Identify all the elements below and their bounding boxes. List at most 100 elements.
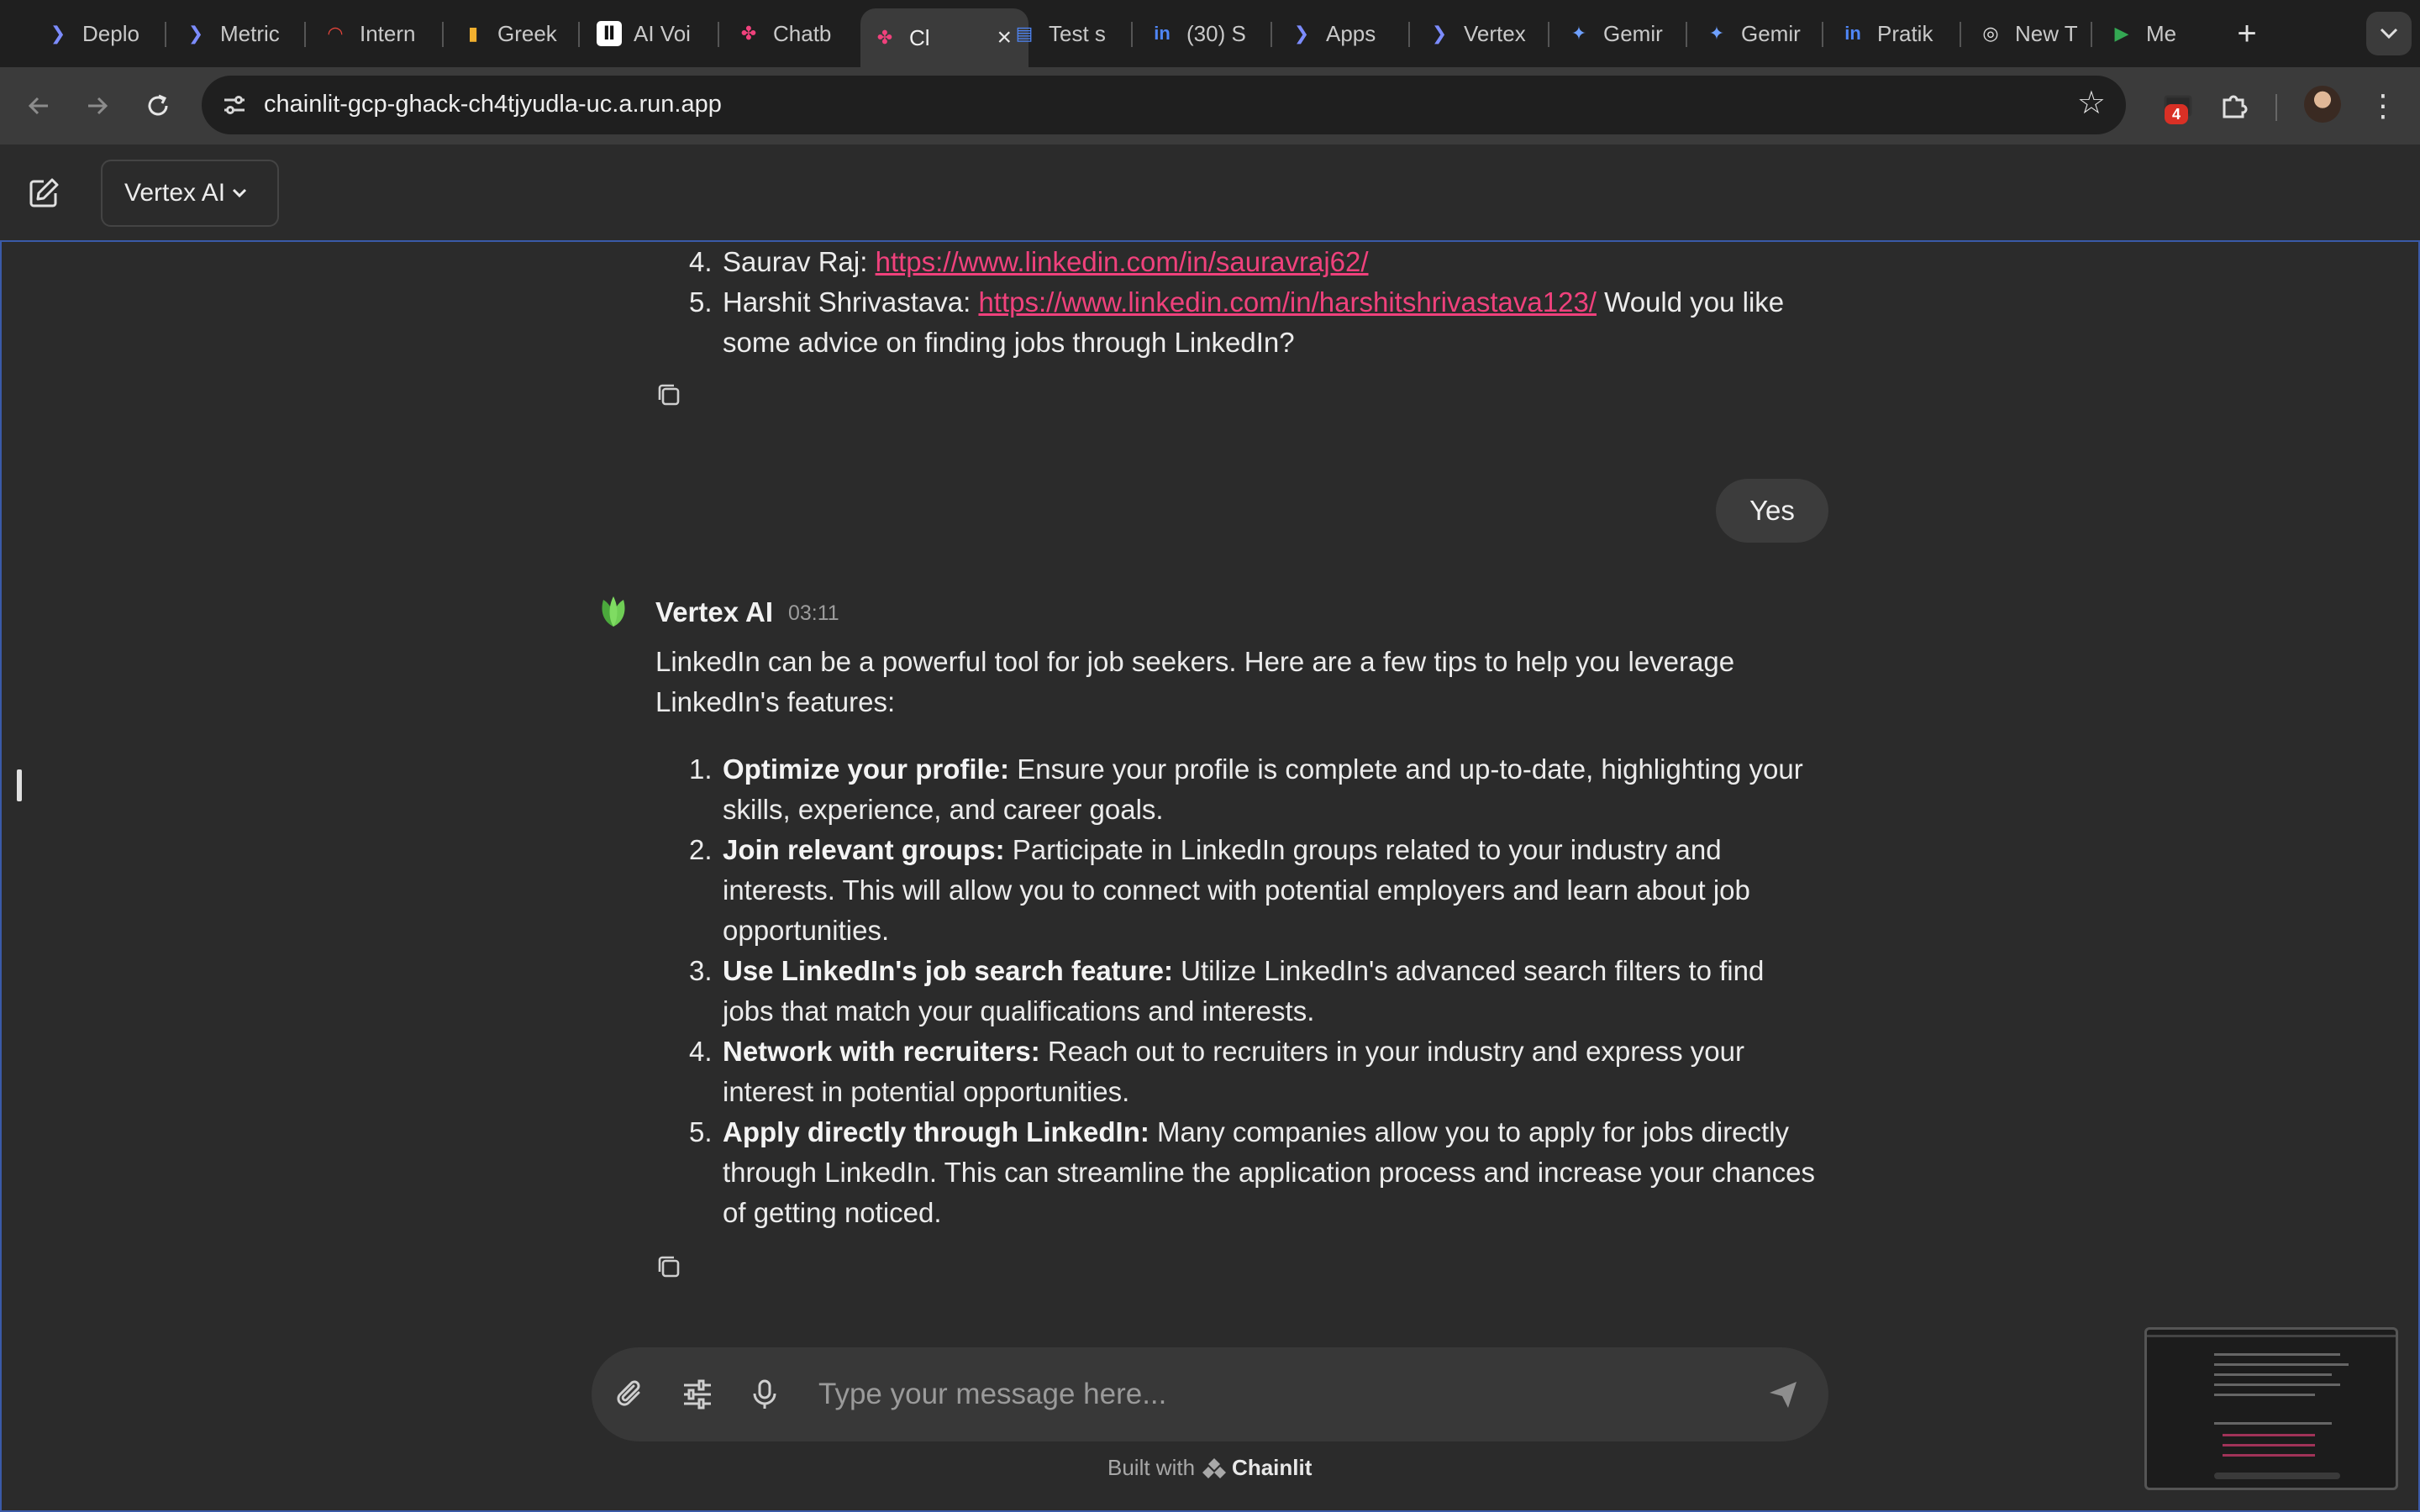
browser-tab[interactable]: ▮ Greek: [449, 12, 575, 55]
tip-title: Join relevant groups:: [723, 834, 1005, 865]
browser-tab[interactable]: ✦ Gemir: [1692, 12, 1818, 55]
list-item: 5. Harshit Shrivastava: https://www.link…: [689, 286, 1785, 358]
tab-title: New T: [2015, 20, 2078, 46]
tip-list-item: 2. Join relevant groups: Participate in L…: [689, 834, 1750, 946]
tips-list: 1. Optimize your profile: Ensure your pro…: [655, 749, 1815, 1233]
linkedin-icon: in: [1844, 23, 1861, 44]
screen-preview-thumbnail[interactable]: [2144, 1327, 2398, 1490]
tip-title: Use LinkedIn's job search feature:: [723, 955, 1174, 986]
back-button[interactable]: [18, 86, 59, 126]
tab-title: AI Voi: [634, 20, 691, 46]
attach-button[interactable]: [608, 1373, 652, 1416]
bar-chart-icon: ▮: [467, 23, 479, 44]
browser-tab[interactable]: ❯ Vertex: [1415, 12, 1541, 55]
tab-title: Greek: [497, 20, 557, 46]
tab-title: Pratik: [1877, 20, 1933, 46]
new-chat-button[interactable]: [25, 175, 62, 212]
browser-tab[interactable]: ◎ New T: [1966, 12, 2092, 55]
linkedin-link[interactable]: https://www.linkedin.com/in/harshitshriv…: [978, 286, 1597, 318]
model-selector[interactable]: Vertex AI: [101, 160, 279, 227]
browser-tab[interactable]: ▶ Me: [2097, 12, 2223, 55]
user-message-bubble: Yes: [1716, 479, 1828, 543]
chainlit-logo-icon: [1202, 1457, 1227, 1478]
browser-tab[interactable]: Ⅱ AI Voi: [585, 12, 711, 55]
copy-icon: [658, 1256, 680, 1278]
browser-tab[interactable]: ▤ Test s: [1000, 12, 1126, 55]
tab-title: Me: [2146, 20, 2177, 46]
previous-message-list: 4. Saurav Raj: https://www.linkedin.com/…: [655, 242, 1815, 363]
tab-title: Deplo: [82, 20, 139, 46]
browser-tab[interactable]: ❯ Metric: [171, 12, 297, 55]
send-button[interactable]: [1761, 1373, 1805, 1416]
bookmark-star-icon[interactable]: ☆: [2077, 84, 2106, 122]
tab-separator: [578, 22, 580, 47]
tab-title: Test s: [1049, 20, 1106, 46]
browser-tab[interactable]: ✤ Chatb: [724, 12, 850, 55]
model-selector-label: Vertex AI: [124, 179, 226, 207]
browser-tab[interactable]: ◠ Intern: [311, 12, 437, 55]
tab-separator: [1131, 22, 1133, 47]
tab-title: Chatb: [773, 20, 832, 46]
gauge-icon: ◠: [328, 23, 343, 44]
browser-tab-strip: ❯ Deplo ❯ Metric ◠ Intern ▮ Greek Ⅱ AI Voi ✤ Chatb ✤…: [0, 0, 2420, 67]
browser-tab[interactable]: ❯ Deplo: [34, 12, 160, 55]
chainlit-icon: ✤: [876, 27, 893, 48]
tab-separator: [1686, 22, 1687, 47]
tab-separator: [165, 22, 166, 47]
arrow-left-icon: [28, 97, 48, 115]
profile-avatar[interactable]: [2304, 86, 2341, 123]
ai-voice-icon: Ⅱ: [597, 21, 622, 46]
metrics-icon: ❯: [187, 23, 204, 44]
leaf-avatar-icon: [602, 596, 625, 627]
linkedin-link[interactable]: https://www.linkedin.com/in/sauravraj62/: [876, 246, 1369, 277]
reload-button[interactable]: [138, 86, 178, 126]
copy-button[interactable]: [654, 1252, 684, 1282]
tab-title: Metric: [220, 20, 280, 46]
message-timestamp: 03:11: [788, 601, 839, 625]
tip-list-item: 1. Optimize your profile: Ensure your pro…: [689, 753, 1803, 825]
tab-separator: [1270, 22, 1272, 47]
tab-separator: [1960, 22, 1961, 47]
url-text: chainlit-gcp-ghack-ch4tjyudla-uc.a.run.a…: [264, 91, 722, 118]
copy-button[interactable]: [654, 380, 684, 410]
browser-tab[interactable]: in (30) S: [1138, 12, 1264, 55]
browser-tab[interactable]: in Pratik: [1828, 12, 1954, 55]
text-cursor-indicator: [17, 769, 22, 801]
built-with-footer[interactable]: Built with Chainlit: [1107, 1455, 1312, 1481]
forward-button[interactable]: [77, 86, 118, 126]
tip-title: Optimize your profile:: [723, 753, 1010, 785]
tab-title: Gemir: [1603, 20, 1663, 46]
linkedin-icon: in: [1154, 23, 1171, 44]
settings-button[interactable]: [676, 1373, 719, 1416]
arrow-right-icon: [88, 97, 108, 115]
extension-badge: 4: [2165, 104, 2188, 124]
address-bar[interactable]: chainlit-gcp-ghack-ch4tjyudla-uc.a.run.a…: [202, 76, 2126, 134]
send-icon: [1770, 1382, 1797, 1408]
extensions-puzzle-icon[interactable]: [2215, 87, 2252, 124]
chevron-down-icon: [233, 188, 247, 198]
sliders-icon: [684, 1379, 711, 1410]
tip-title: Apply directly through LinkedIn:: [723, 1116, 1150, 1147]
paperclip-icon: [617, 1380, 640, 1406]
edit-icon: [29, 178, 59, 207]
tab-separator: [1548, 22, 1549, 47]
chrome-icon: ◎: [1982, 23, 1999, 44]
browser-tab[interactable]: ❯ Apps: [1277, 12, 1403, 55]
tab-search-button[interactable]: [2366, 12, 2412, 55]
tab-title: (30) S: [1186, 20, 1246, 46]
tab-separator: [442, 22, 444, 47]
microphone-icon: [753, 1379, 776, 1409]
voice-button[interactable]: [743, 1373, 786, 1416]
browser-tab[interactable]: ✦ Gemir: [1555, 12, 1681, 55]
new-tab-button[interactable]: +: [2228, 15, 2265, 52]
google-docs-icon: ▤: [1015, 23, 1034, 44]
tab-separator: [718, 22, 719, 47]
message-input[interactable]: [818, 1371, 1676, 1418]
gemini-icon: ✦: [1570, 23, 1587, 44]
vertex-icon: ❯: [1293, 23, 1310, 44]
browser-menu-icon[interactable]: ⋮: [2366, 87, 2400, 124]
reload-icon: [148, 94, 168, 116]
toolbar-divider: [2275, 94, 2277, 121]
tab-separator: [1408, 22, 1410, 47]
site-settings-icon[interactable]: [217, 87, 252, 123]
